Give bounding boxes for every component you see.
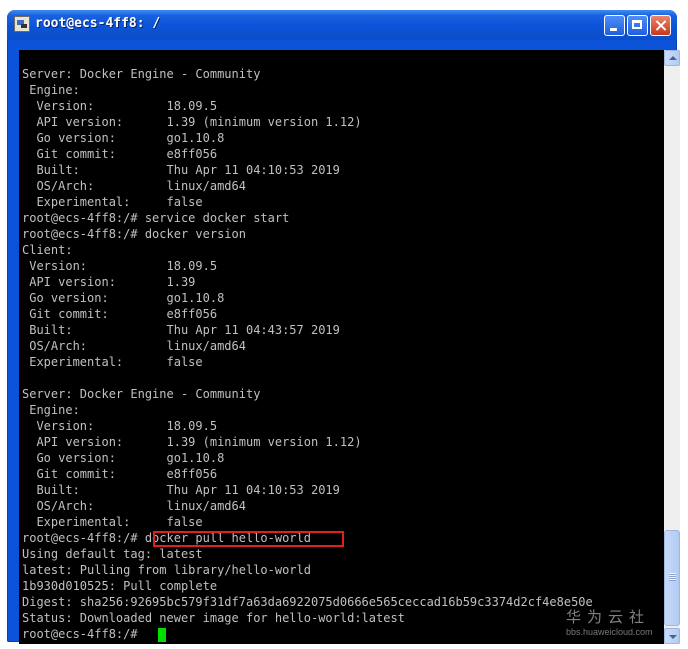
terminal-line: Go version: go1.10.8: [22, 291, 225, 305]
terminal-prompt-line: root@ecs-4ff8:/#: [22, 627, 145, 641]
terminal-app-icon[interactable]: [14, 16, 30, 32]
terminal-line: Server: Docker Engine - Community: [22, 387, 261, 401]
terminal-line: Built: Thu Apr 11 04:10:53 2019: [22, 483, 340, 497]
terminal-line: Using default tag: latest: [22, 547, 203, 561]
watermark-url: bbs.huaweicloud.com: [566, 627, 653, 637]
window-title: root@ecs-4ff8: /: [35, 16, 161, 31]
terminal-line: OS/Arch: linux/amd64: [22, 339, 246, 353]
terminal-line: Experimental: false: [22, 195, 203, 209]
watermark: 华为云社 bbs.huaweicloud.com: [566, 606, 666, 637]
terminal-line: OS/Arch: linux/amd64: [22, 179, 246, 193]
terminal-line: 1b930d010525: Pull complete: [22, 579, 218, 593]
terminal-line: Git commit: e8ff056: [22, 147, 218, 161]
highlighted-command-box: [153, 531, 344, 547]
scroll-down-arrow-icon[interactable]: [664, 628, 680, 644]
terminal-line: Built: Thu Apr 11 04:43:57 2019: [22, 323, 340, 337]
scroll-up-arrow-icon[interactable]: [664, 50, 680, 66]
terminal-line: Server: Docker Engine - Community: [22, 67, 261, 81]
close-button[interactable]: [650, 15, 671, 36]
scrollbar-thumb[interactable]: [664, 530, 680, 626]
terminal-line: Built: Thu Apr 11 04:10:53 2019: [22, 163, 340, 177]
terminal-cursor: [158, 628, 166, 642]
terminal-line: OS/Arch: linux/amd64: [22, 499, 246, 513]
terminal-line: Status: Downloaded newer image for hello…: [22, 611, 405, 625]
terminal-line: Git commit: e8ff056: [22, 467, 218, 481]
terminal-line: root@ecs-4ff8:/# service docker start: [22, 211, 290, 225]
terminal-line: Experimental: false: [22, 355, 203, 369]
terminal-line: Version: 18.09.5: [22, 419, 218, 433]
terminal-line: API version: 1.39: [22, 275, 196, 289]
terminal-line: latest: Pulling from library/hello-world: [22, 563, 311, 577]
terminal-line: Go version: go1.10.8: [22, 451, 225, 465]
maximize-button[interactable]: [627, 15, 648, 36]
vertical-scrollbar[interactable]: [664, 50, 680, 644]
terminal-line: Go version: go1.10.8: [22, 131, 225, 145]
terminal-line: Version: 18.09.5: [22, 259, 218, 273]
terminal-line: Client:: [22, 243, 73, 257]
terminal-line: Engine:: [22, 403, 80, 417]
terminal-line: Git commit: e8ff056: [22, 307, 218, 321]
terminal-line: API version: 1.39 (minimum version 1.12): [22, 435, 362, 449]
terminal-output[interactable]: Server: Docker Engine - Community Engine…: [19, 50, 664, 644]
terminal-line: Experimental: false: [22, 515, 203, 529]
terminal-line: API version: 1.39 (minimum version 1.12): [22, 115, 362, 129]
terminal-line: root@ecs-4ff8:/# docker version: [22, 227, 246, 241]
terminal-line: Digest: sha256:92695bc579f31df7a63da6922…: [22, 595, 593, 609]
terminal-line: Engine:: [22, 83, 80, 97]
terminal-window: root@ecs-4ff8: / Server: Docker Engine -…: [7, 10, 680, 644]
minimize-button[interactable]: [604, 15, 625, 36]
watermark-brand: 华为云社: [566, 608, 651, 626]
title-bar[interactable]: root@ecs-4ff8: /: [7, 10, 677, 40]
terminal-line: Version: 18.09.5: [22, 99, 218, 113]
